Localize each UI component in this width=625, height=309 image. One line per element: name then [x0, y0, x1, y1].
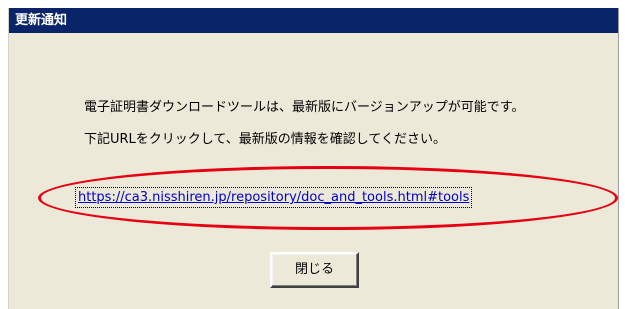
close-button[interactable]: 閉じる [270, 252, 359, 288]
title-bar[interactable]: 更新通知 [9, 8, 618, 33]
screen: 更新通知 電子証明書ダウンロードツールは、最新版にバージョンアップが可能です。 … [0, 0, 625, 309]
window-title: 更新通知 [15, 13, 68, 28]
update-notification-dialog: 更新通知 電子証明書ダウンロードツールは、最新版にバージョンアップが可能です。 … [8, 8, 619, 309]
message-line-2: 下記URLをクリックして、最新版の情報を確認してください。 [84, 132, 446, 147]
message-line-1: 電子証明書ダウンロードツールは、最新版にバージョンアップが可能です。 [84, 100, 525, 115]
update-info-link[interactable]: https://ca3.nisshiren.jp/repository/doc_… [74, 187, 473, 208]
